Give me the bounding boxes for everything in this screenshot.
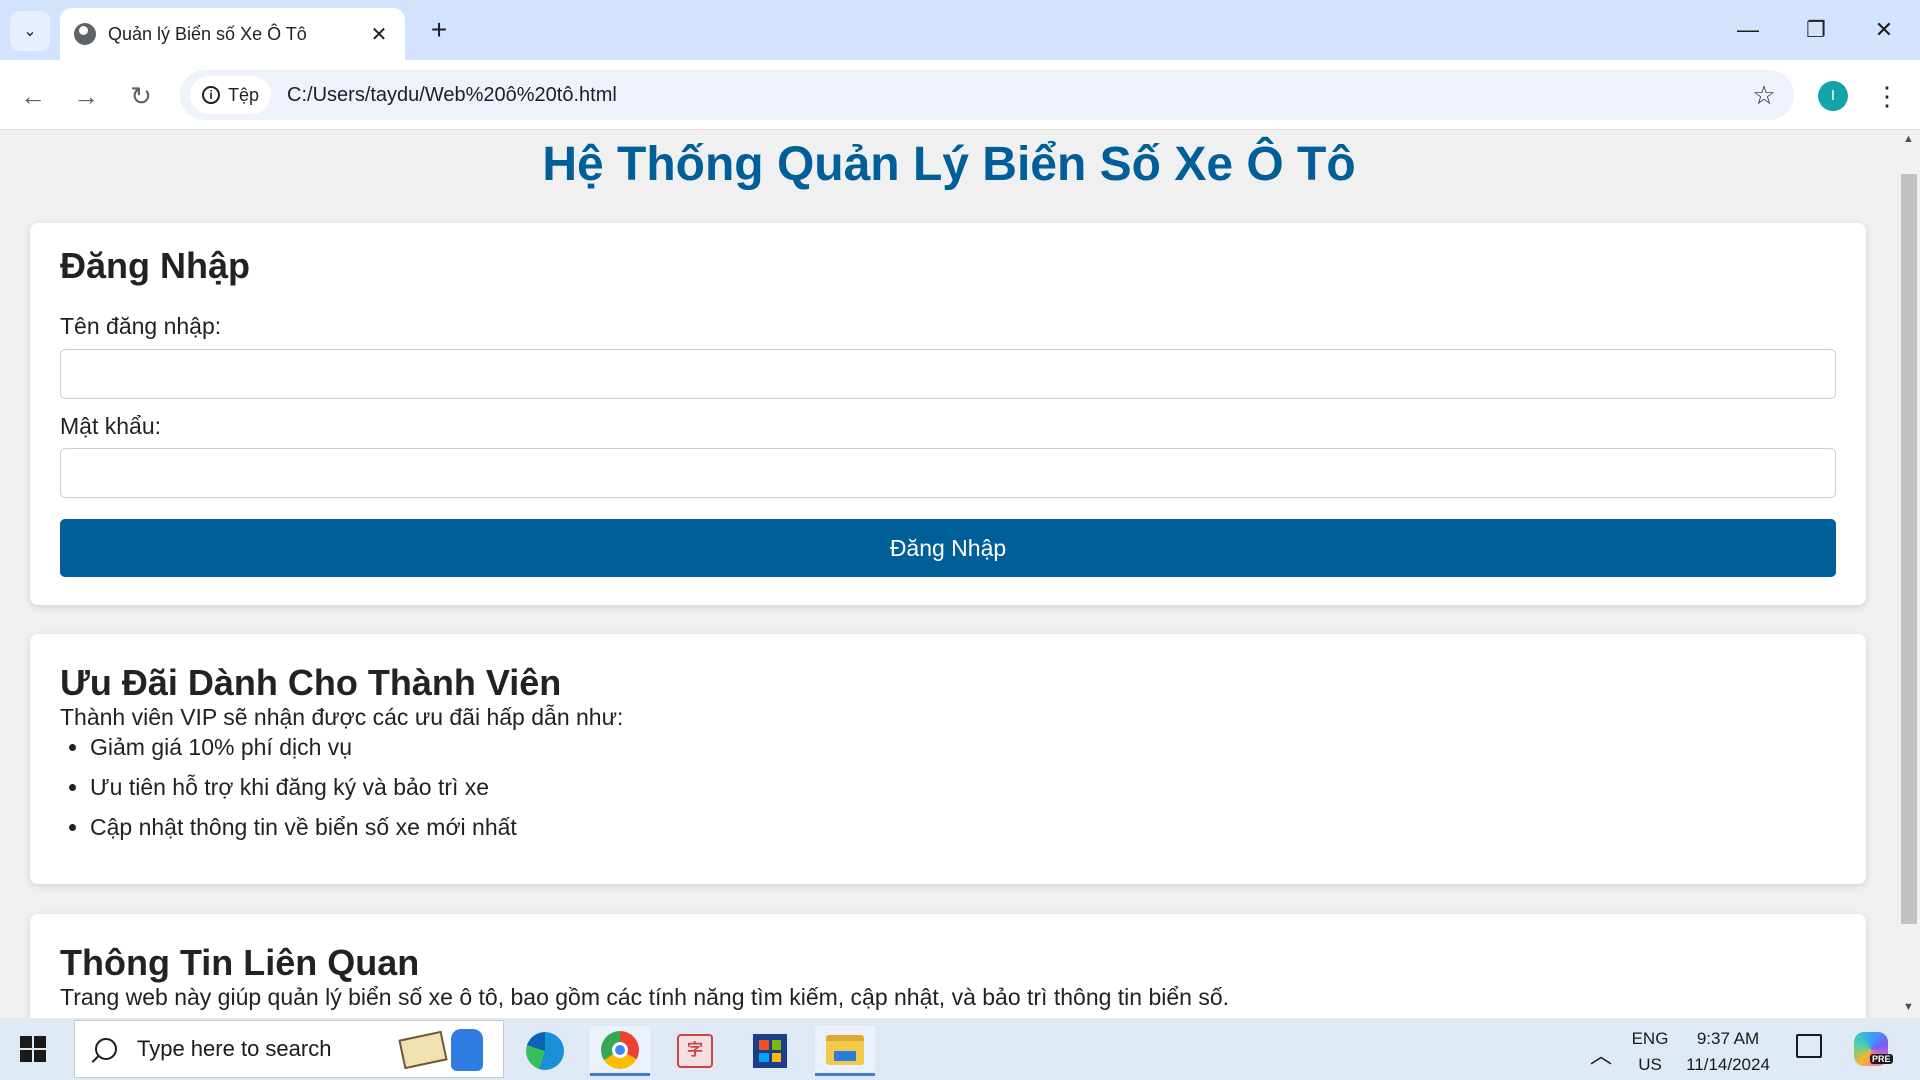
scroll-thumb[interactable] bbox=[1901, 174, 1917, 924]
close-window-button[interactable]: ✕ bbox=[1856, 10, 1912, 50]
taskbar-search-box[interactable]: Type here to search bbox=[74, 1020, 504, 1078]
profile-avatar[interactable]: I bbox=[1818, 81, 1848, 111]
taskbar-search-placeholder: Type here to search bbox=[137, 1036, 332, 1061]
search-highlight-illustration bbox=[393, 1021, 503, 1077]
member-benefits-card: Ưu Đãi Dành Cho Thành Viên Thành viên VI… bbox=[30, 634, 1866, 884]
scroll-down-arrow-icon[interactable]: ▼ bbox=[1903, 1001, 1914, 1013]
language-code: ENG bbox=[1631, 1029, 1669, 1048]
back-button[interactable]: ← bbox=[15, 78, 51, 114]
related-info-card: Thông Tin Liên Quan Trang web này giúp q… bbox=[30, 914, 1866, 1018]
benefits-list: Giảm giá 10% phí dịch vụ Ưu tiên hỗ trợ … bbox=[90, 732, 517, 852]
clock-date: 11/14/2024 bbox=[1686, 1055, 1770, 1074]
password-label: Mật khẩu: bbox=[60, 413, 161, 439]
forward-button[interactable]: → bbox=[68, 78, 104, 114]
username-label: Tên đăng nhập: bbox=[60, 313, 222, 339]
member-benefits-heading: Ưu Đãi Dành Cho Thành Viên bbox=[60, 662, 562, 703]
info-icon: i bbox=[202, 86, 220, 104]
site-chip-label: Tệp bbox=[228, 84, 260, 105]
browser-tab-bar: ⌄ Quản lý Biển số Xe Ô Tô ✕ + — ❐ ✕ bbox=[0, 0, 1920, 60]
close-tab-icon[interactable]: ✕ bbox=[367, 22, 391, 47]
file-explorer-taskbar-icon[interactable] bbox=[815, 1026, 875, 1076]
copilot-preview-badge: PRE bbox=[1870, 1054, 1893, 1064]
browser-toolbar: ← → ↻ i Tệp C:/Users/taydu/Web%20ô%20tô.… bbox=[0, 60, 1920, 130]
page-viewport: Hệ Thống Quản Lý Biển Số Xe Ô Tô Đăng Nh… bbox=[0, 131, 1898, 1018]
windows-taskbar: Type here to search 字 ︿ ENG US 9:37 AM 1… bbox=[0, 1018, 1920, 1080]
clock-time: 9:37 AM bbox=[1696, 1029, 1760, 1048]
login-button[interactable]: Đăng Nhập bbox=[60, 519, 1836, 577]
windows-start-icon[interactable] bbox=[20, 1036, 46, 1062]
login-heading: Đăng Nhập bbox=[60, 245, 251, 286]
url-text[interactable]: C:/Users/taydu/Web%20ô%20tô.html bbox=[287, 84, 1744, 107]
minimize-button[interactable]: — bbox=[1720, 10, 1776, 50]
reload-button[interactable]: ↻ bbox=[123, 78, 159, 114]
benefit-item: Giảm giá 10% phí dịch vụ bbox=[90, 732, 517, 772]
new-tab-button[interactable]: + bbox=[422, 14, 456, 48]
tab-search-button[interactable]: ⌄ bbox=[10, 11, 50, 51]
dictionary-app-taskbar-icon[interactable]: 字 bbox=[665, 1026, 725, 1076]
kebab-menu-icon[interactable]: ⋮ bbox=[1872, 78, 1902, 114]
active-tab[interactable]: Quản lý Biển số Xe Ô Tô ✕ bbox=[60, 8, 405, 60]
edge-taskbar-icon[interactable] bbox=[515, 1026, 575, 1076]
system-clock[interactable]: 9:37 AM 11/14/2024 bbox=[1674, 1026, 1782, 1078]
tab-title: Quản lý Biển số Xe Ô Tô bbox=[108, 23, 307, 44]
login-card: Đăng Nhập Tên đăng nhập: Mật khẩu: Đăng … bbox=[30, 223, 1866, 605]
chrome-taskbar-icon[interactable] bbox=[590, 1026, 650, 1076]
search-icon bbox=[95, 1038, 117, 1060]
language-indicator[interactable]: ENG US bbox=[1628, 1026, 1672, 1078]
address-bar[interactable]: i Tệp C:/Users/taydu/Web%20ô%20tô.html ☆ bbox=[180, 70, 1794, 120]
show-hidden-icons-chevron-icon[interactable]: ︿ bbox=[1590, 1038, 1612, 1070]
restore-button[interactable]: ❐ bbox=[1788, 10, 1844, 50]
related-info-text: Trang web này giúp quản lý biển số xe ô … bbox=[60, 984, 1230, 1010]
notification-center-icon[interactable] bbox=[1796, 1034, 1822, 1058]
password-input[interactable] bbox=[60, 448, 1836, 498]
page-scrollbar[interactable]: ▲ ▼ bbox=[1898, 131, 1920, 1018]
benefit-item: Ưu tiên hỗ trợ khi đăng ký và bảo trì xe bbox=[90, 772, 517, 812]
related-info-heading: Thông Tin Liên Quan bbox=[60, 942, 420, 983]
username-input[interactable] bbox=[60, 349, 1836, 399]
member-benefits-intro: Thành viên VIP sẽ nhận được các ưu đãi h… bbox=[60, 704, 624, 730]
benefit-item: Cập nhật thông tin về biển số xe mới nhấ… bbox=[90, 812, 517, 852]
scroll-up-arrow-icon[interactable]: ▲ bbox=[1903, 133, 1914, 145]
microsoft-store-taskbar-icon[interactable] bbox=[740, 1026, 800, 1076]
page-title: Hệ Thống Quản Lý Biển Số Xe Ô Tô bbox=[542, 138, 1356, 191]
globe-icon bbox=[74, 23, 96, 45]
keyboard-region: US bbox=[1638, 1055, 1662, 1074]
site-info-chip[interactable]: i Tệp bbox=[190, 76, 272, 114]
bookmark-star-icon[interactable]: ☆ bbox=[1744, 80, 1784, 111]
